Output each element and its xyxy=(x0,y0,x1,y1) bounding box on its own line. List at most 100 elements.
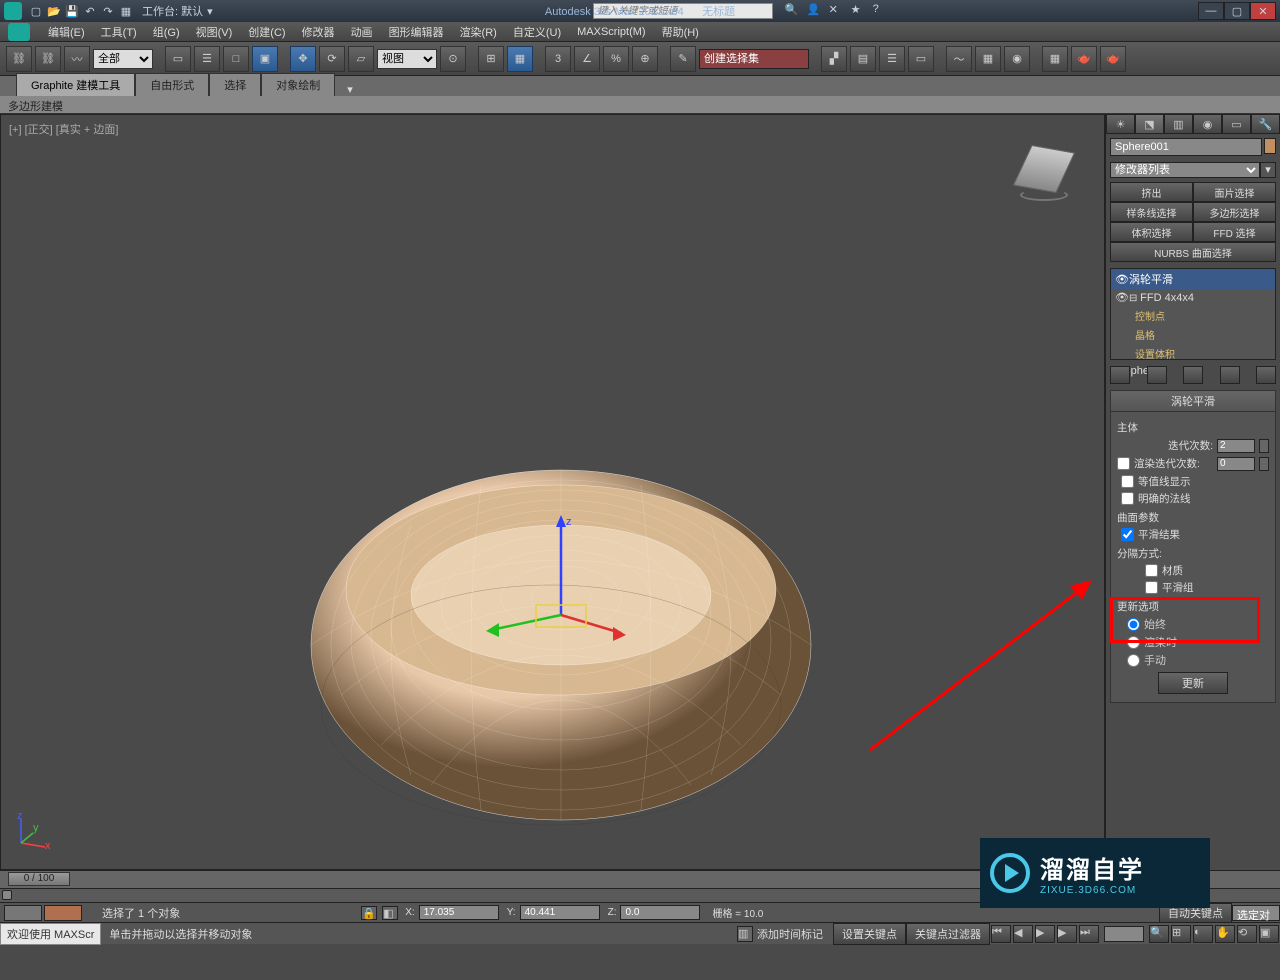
layers-icon[interactable]: ☰ xyxy=(879,46,905,72)
add-time-tag[interactable]: 添加时间标记 xyxy=(757,926,823,942)
maxscript-listener[interactable]: 欢迎使用 MAXScr xyxy=(0,923,101,945)
tab-graphite[interactable]: Graphite 建模工具 xyxy=(16,73,135,96)
align-icon[interactable]: ▤ xyxy=(850,46,876,72)
object-name-input[interactable] xyxy=(1110,138,1262,156)
tab-selection[interactable]: 选择 xyxy=(209,73,261,96)
stack-item-ffd[interactable]: 👁⊟ FFD 4x4x4 xyxy=(1111,289,1275,306)
zoom-all-icon[interactable]: ⊞ xyxy=(1171,925,1191,943)
modifier-list-dropdown[interactable]: 修改器列表 xyxy=(1110,162,1260,178)
window-crossing-icon[interactable]: ▣ xyxy=(252,46,278,72)
modifier-stack[interactable]: 👁涡轮平滑 👁⊟ FFD 4x4x4 控制点 晶格 设置体积 Sphere xyxy=(1110,268,1276,360)
link-icon[interactable]: ▦ xyxy=(118,3,134,19)
selection-filter-dropdown[interactable]: 全部 xyxy=(93,49,153,69)
rollout-header[interactable]: 涡轮平滑 xyxy=(1111,391,1275,412)
orbit-icon[interactable]: ⟲ xyxy=(1237,925,1257,943)
named-selection-dropdown[interactable]: 创建选择集 xyxy=(699,49,809,69)
viewcube[interactable] xyxy=(1014,143,1074,203)
tab-freeform[interactable]: 自由形式 xyxy=(135,73,209,96)
bind-spacewarp-icon[interactable]: 〰 xyxy=(64,46,90,72)
mod-btn-patchsel[interactable]: 面片选择 xyxy=(1193,182,1276,202)
x-coord-input[interactable]: 17.035 xyxy=(419,905,499,920)
motion-tab-icon[interactable]: ◉ xyxy=(1193,114,1222,134)
render-frame-icon[interactable]: 🫖 xyxy=(1071,46,1097,72)
mod-btn-ffdsel[interactable]: FFD 选择 xyxy=(1193,222,1276,242)
manipulate-icon[interactable]: ⊞ xyxy=(478,46,504,72)
exchange-icon[interactable]: ✕ xyxy=(829,3,845,19)
maximize-button[interactable]: ▢ xyxy=(1224,2,1250,20)
prev-frame-icon[interactable]: ◀ xyxy=(1013,925,1033,943)
select-tool-icon[interactable]: ▭ xyxy=(165,46,191,72)
mirror-icon[interactable]: ▞ xyxy=(821,46,847,72)
menu-rendering[interactable]: 渲染(R) xyxy=(454,22,503,42)
max-toggle-icon[interactable]: ▣ xyxy=(1259,925,1279,943)
show-result-icon[interactable] xyxy=(1147,366,1167,384)
menu-modifiers[interactable]: 修改器 xyxy=(296,22,341,42)
menu-edit[interactable]: 编辑(E) xyxy=(42,22,91,42)
mod-btn-polysel[interactable]: 多边形选择 xyxy=(1193,202,1276,222)
mod-btn-nurbssel[interactable]: NURBS 曲面选择 xyxy=(1110,242,1276,262)
refcoord-dropdown[interactable]: 视图 xyxy=(377,49,437,69)
keymode-dropdown[interactable]: 选定对 xyxy=(1232,905,1280,921)
unlink-tool-icon[interactable]: ⛓ xyxy=(35,46,61,72)
search-icon[interactable]: 🔍 xyxy=(785,3,801,19)
explicit-normals-checkbox[interactable] xyxy=(1121,492,1134,505)
stack-item-turbosmooth[interactable]: 👁涡轮平滑 xyxy=(1111,269,1275,289)
rect-select-icon[interactable]: □ xyxy=(223,46,249,72)
setkey-button[interactable]: 设置关键点 xyxy=(833,923,906,945)
rotate-tool-icon[interactable]: ⟳ xyxy=(319,46,345,72)
signin-icon[interactable]: 👤 xyxy=(807,3,823,19)
make-unique-icon[interactable] xyxy=(1183,366,1203,384)
menu-tools[interactable]: 工具(T) xyxy=(95,22,143,42)
isoline-checkbox[interactable] xyxy=(1121,475,1134,488)
menu-grapheditors[interactable]: 图形编辑器 xyxy=(383,22,450,42)
render-iters-checkbox[interactable] xyxy=(1117,457,1130,470)
menu-group[interactable]: 组(G) xyxy=(147,22,186,42)
smooth-result-checkbox[interactable] xyxy=(1121,528,1134,541)
favorites-icon[interactable]: ★ xyxy=(851,3,867,19)
key-filter-button[interactable]: 关键点过滤器 xyxy=(906,923,990,945)
viewport[interactable]: [+] [正交] [真实 + 边面] xyxy=(0,114,1105,870)
zoom-icon[interactable]: 🔍 xyxy=(1149,925,1169,943)
update-render-radio[interactable] xyxy=(1127,636,1140,649)
z-coord-input[interactable]: 0.0 xyxy=(620,905,700,920)
polygon-modeling-panel[interactable]: 多边形建模 xyxy=(0,96,1280,114)
smoothgroup-checkbox[interactable] xyxy=(1145,581,1158,594)
select-name-icon[interactable]: ☰ xyxy=(194,46,220,72)
link-tool-icon[interactable]: ⛓ xyxy=(6,46,32,72)
render-iters-input[interactable] xyxy=(1217,457,1255,471)
material-checkbox[interactable] xyxy=(1145,564,1158,577)
modify-tab-icon[interactable]: ⬔ xyxy=(1135,114,1164,134)
goto-end-icon[interactable]: ⏭ xyxy=(1079,925,1099,943)
display-tab-icon[interactable]: ▭ xyxy=(1222,114,1251,134)
scale-tool-icon[interactable]: ▱ xyxy=(348,46,374,72)
hierarchy-tab-icon[interactable]: ▥ xyxy=(1164,114,1193,134)
schematic-icon[interactable]: ▦ xyxy=(975,46,1001,72)
menu-maxscript[interactable]: MAXScript(M) xyxy=(571,24,651,40)
ribbon-collapse-icon[interactable]: ▾ xyxy=(347,83,353,96)
minimize-button[interactable]: — xyxy=(1198,2,1224,20)
utilities-tab-icon[interactable]: 🔧 xyxy=(1251,114,1280,134)
stack-sub-controlpoints[interactable]: 控制点 xyxy=(1111,306,1275,325)
menu-create[interactable]: 创建(C) xyxy=(242,22,291,42)
modifier-dropdown-icon[interactable]: ▾ xyxy=(1260,162,1276,178)
commpanel-toggle-icon[interactable]: ▥ xyxy=(737,926,753,942)
mod-btn-extrude[interactable]: 挤出 xyxy=(1110,182,1193,202)
tab-objpaint[interactable]: 对象绘制 xyxy=(261,73,335,96)
render-setup-icon[interactable]: ▦ xyxy=(1042,46,1068,72)
app-menu-button[interactable] xyxy=(8,23,30,41)
close-button[interactable]: ✕ xyxy=(1250,2,1276,20)
new-icon[interactable]: ▢ xyxy=(28,3,44,19)
pivot-icon[interactable]: ⊙ xyxy=(440,46,466,72)
render-icon[interactable]: 🫖 xyxy=(1100,46,1126,72)
iterations-spinner[interactable] xyxy=(1259,439,1269,453)
render-iters-spinner[interactable] xyxy=(1259,457,1269,471)
material-editor-icon[interactable]: ◉ xyxy=(1004,46,1030,72)
play-icon[interactable]: ▶ xyxy=(1035,925,1055,943)
save-icon[interactable]: 💾 xyxy=(64,3,80,19)
iterations-input[interactable] xyxy=(1217,439,1255,453)
percent-snap-icon[interactable]: % xyxy=(603,46,629,72)
stack-sub-lattice[interactable]: 晶格 xyxy=(1111,325,1275,344)
configure-sets-icon[interactable] xyxy=(1256,366,1276,384)
create-tab-icon[interactable]: ☀ xyxy=(1106,114,1135,134)
stack-sub-setvolume[interactable]: 设置体积 xyxy=(1111,344,1275,363)
